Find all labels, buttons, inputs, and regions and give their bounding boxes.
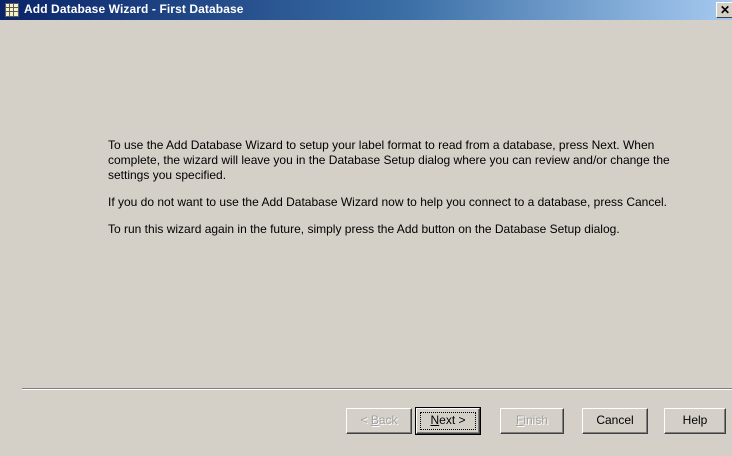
database-grid-icon — [5, 3, 19, 17]
cancel-button[interactable]: Cancel — [582, 408, 648, 434]
back-button-label: ack — [378, 413, 398, 427]
button-separator — [22, 388, 732, 390]
help-button[interactable]: Help — [664, 408, 726, 434]
close-icon[interactable]: ✕ — [716, 2, 732, 18]
focus-rectangle — [420, 412, 476, 430]
instruction-paragraph-3: To run this wizard again in the future, … — [108, 222, 620, 236]
next-button[interactable]: Next > — [415, 407, 481, 435]
wizard-dialog: Add Database Wizard - First Database ✕ T… — [0, 0, 732, 456]
back-button-prefix: < — [360, 413, 371, 427]
finish-button-label: inish — [523, 413, 549, 427]
wizard-instructions: To use the Add Database Wizard to setup … — [108, 138, 688, 249]
window-title: Add Database Wizard - First Database — [24, 2, 244, 16]
instruction-paragraph-2: If you do not want to use the Add Databa… — [108, 195, 668, 209]
finish-button[interactable]: Finish — [500, 408, 564, 434]
instruction-paragraph-1: To use the Add Database Wizard to setup … — [108, 138, 670, 182]
back-button[interactable]: < Back — [346, 408, 412, 434]
title-bar[interactable]: Add Database Wizard - First Database ✕ — [0, 0, 732, 20]
back-button-mnemonic: B — [370, 413, 379, 427]
